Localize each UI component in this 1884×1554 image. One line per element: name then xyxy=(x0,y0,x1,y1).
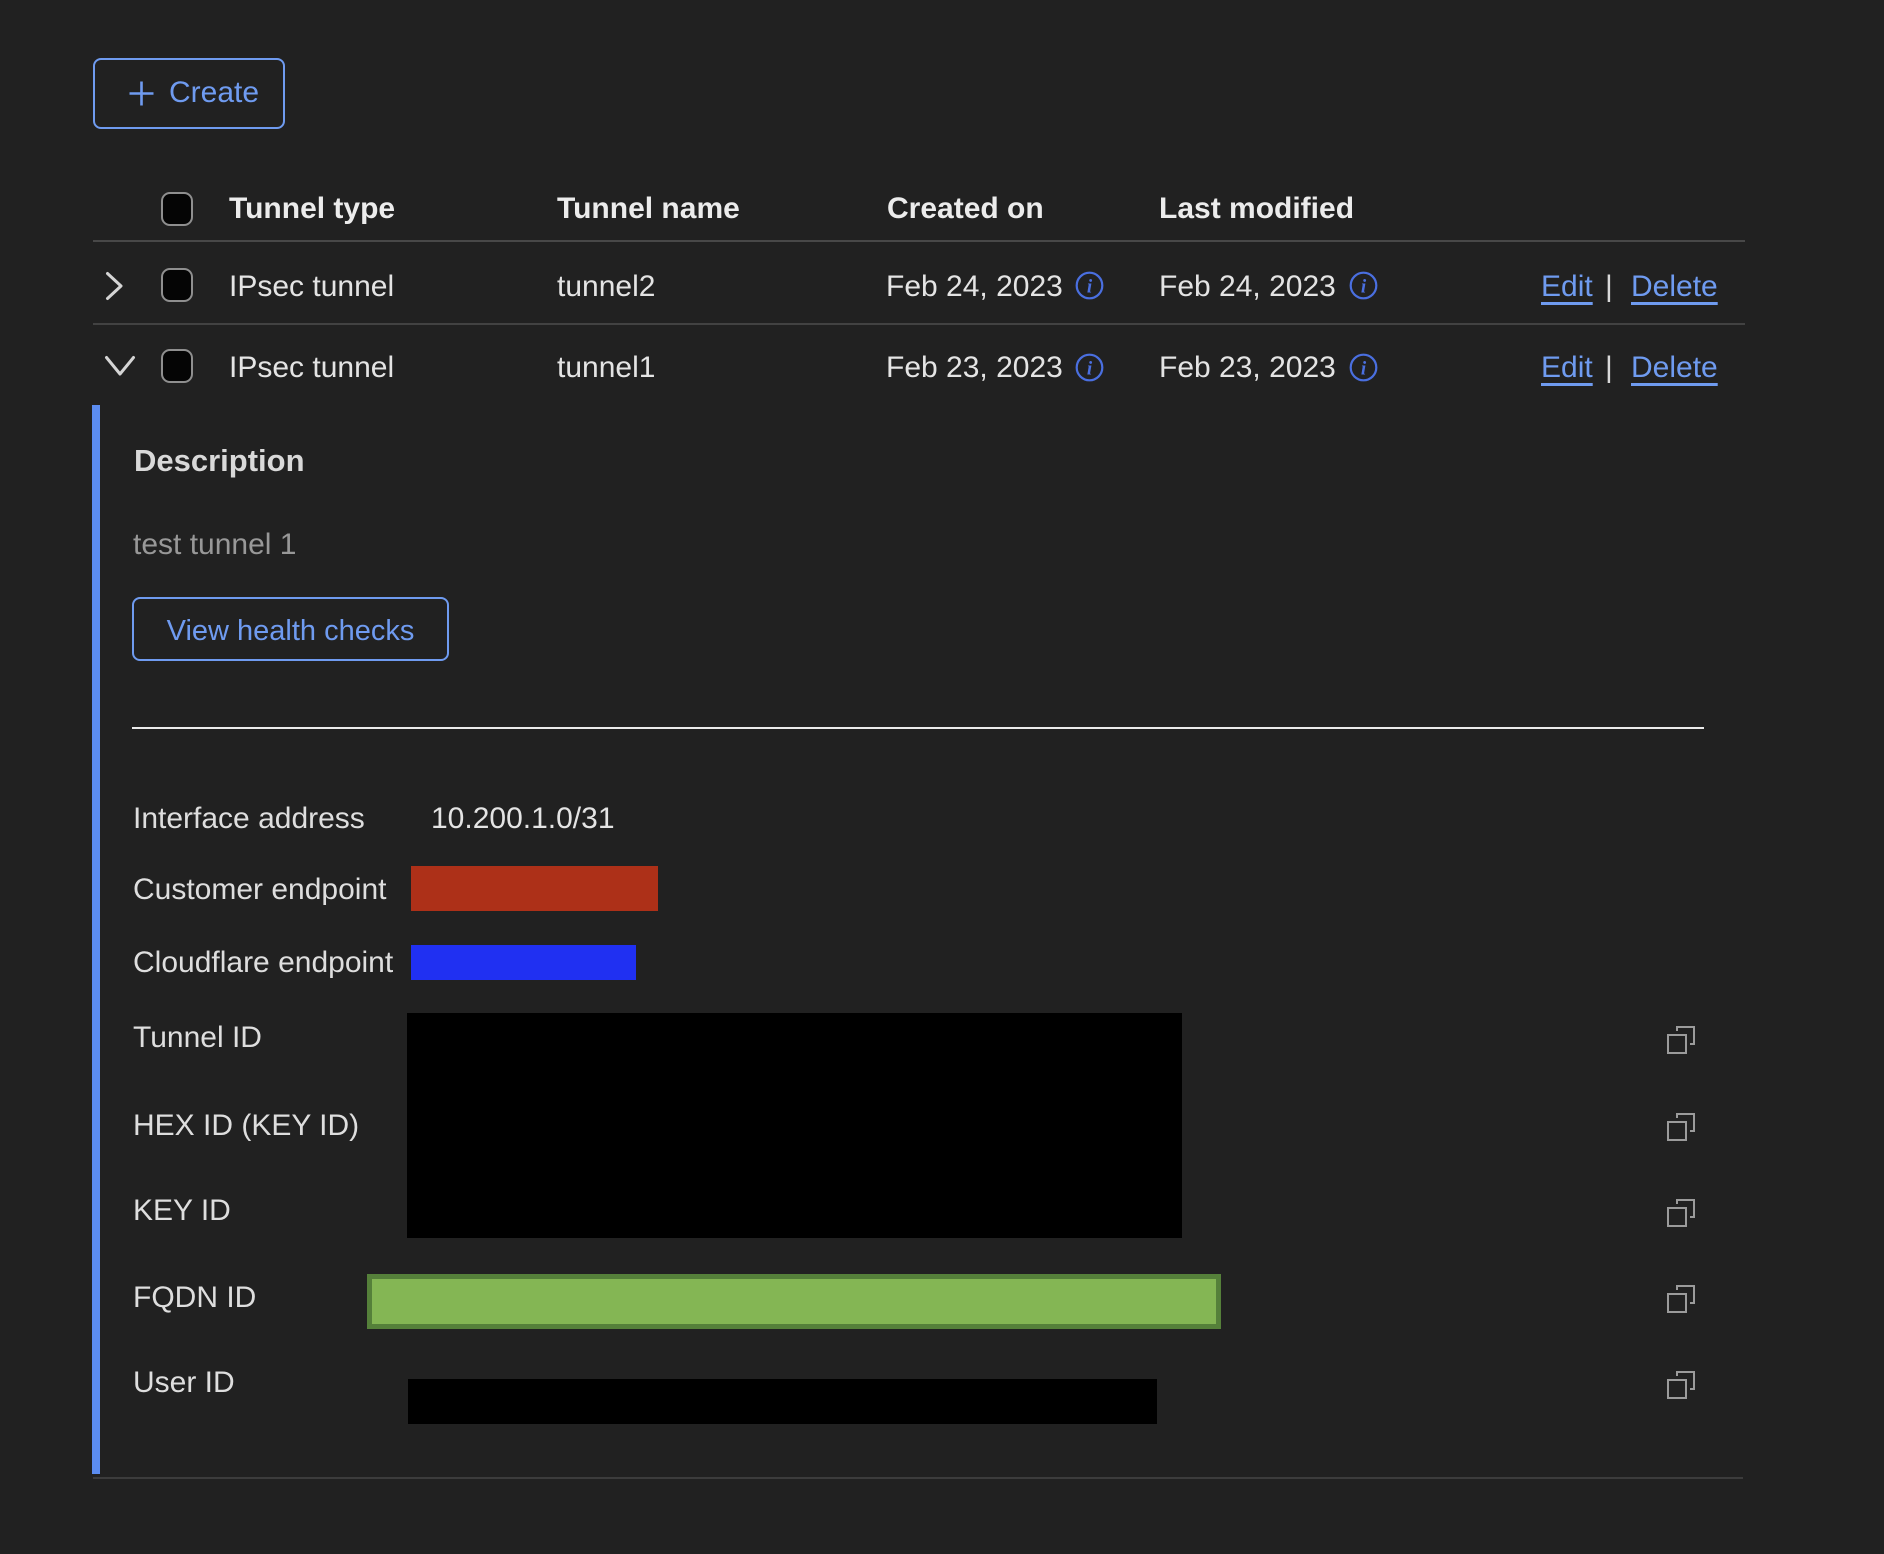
svg-text:i: i xyxy=(1361,359,1367,380)
svg-text:i: i xyxy=(1087,359,1093,380)
svg-text:i: i xyxy=(1361,277,1367,298)
svg-text:i: i xyxy=(1087,277,1093,298)
